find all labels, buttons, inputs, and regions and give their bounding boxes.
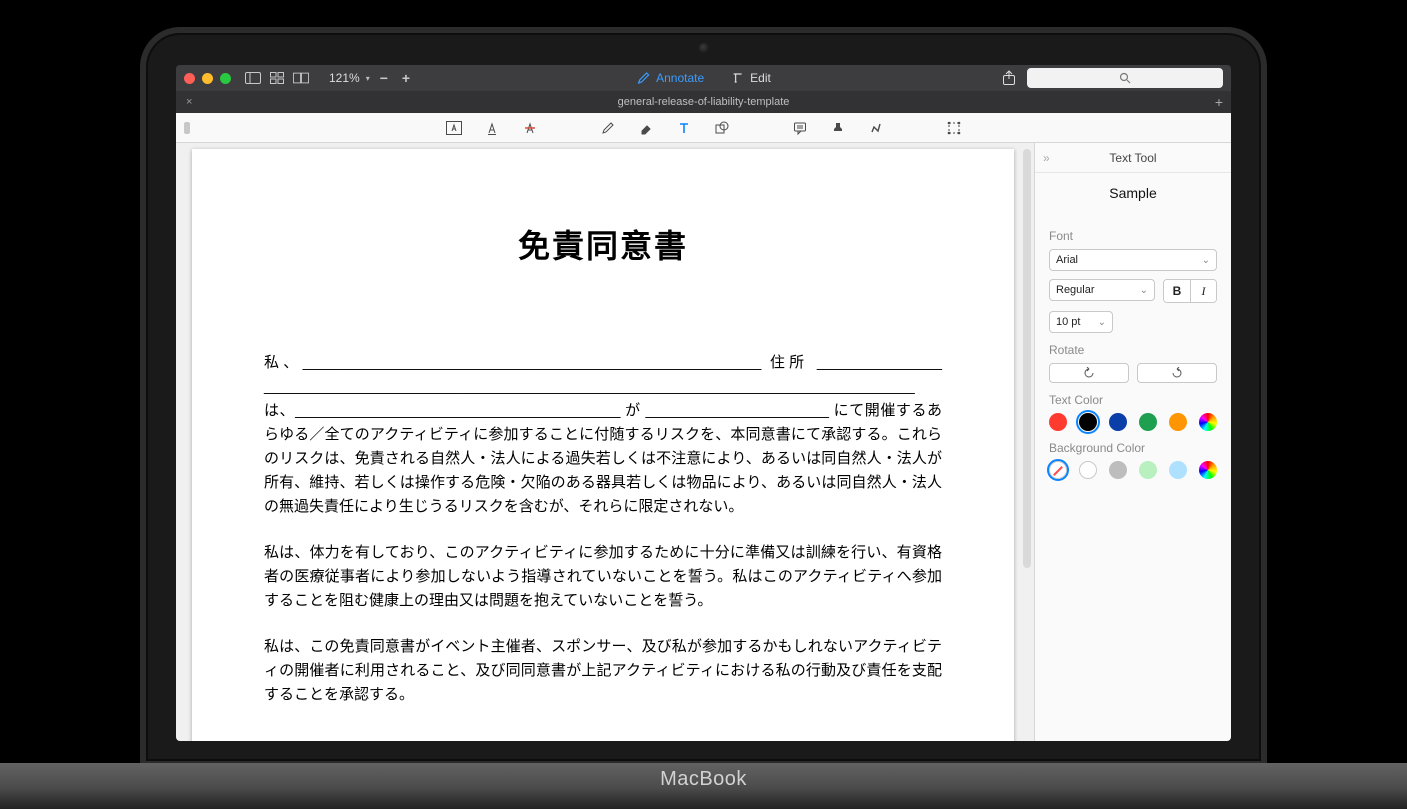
background-color-swatch[interactable] (1169, 461, 1187, 479)
font-size-value: 10 pt (1056, 316, 1080, 328)
titlebar: 121% ▾ − + Annotate Edit (176, 65, 1231, 91)
window-controls (184, 73, 231, 84)
zoom-dropdown-icon[interactable]: ▾ (366, 74, 370, 83)
grid-view-icon[interactable] (269, 71, 285, 85)
search-input[interactable] (1027, 68, 1223, 88)
strikethrough-tool-icon[interactable] (521, 119, 539, 137)
edit-tab[interactable]: Edit (730, 71, 771, 85)
text-tool-icon[interactable] (675, 119, 693, 137)
pencil-tool-icon[interactable] (599, 119, 617, 137)
eraser-tool-icon[interactable] (637, 119, 655, 137)
fullscreen-window-button[interactable] (220, 73, 231, 84)
text-color-swatch[interactable] (1109, 413, 1127, 431)
rotate-ccw-button[interactable] (1049, 363, 1129, 383)
annotation-toolbar (176, 113, 1231, 143)
rotate-cw-button[interactable] (1137, 363, 1217, 383)
text-color-swatch[interactable] (1199, 413, 1217, 431)
minimize-window-button[interactable] (202, 73, 213, 84)
mode-tabs: Annotate Edit (636, 71, 771, 85)
font-section-label: Font (1049, 229, 1217, 243)
two-page-view-icon[interactable] (293, 71, 309, 85)
background-color-swatch[interactable] (1199, 461, 1217, 479)
shape-tool-icon[interactable] (713, 119, 731, 137)
collapse-inspector-icon[interactable]: » (1043, 151, 1050, 165)
sidebar-toggle-icon[interactable] (245, 71, 261, 85)
document-tab-title[interactable]: general-release-of-liability-template (618, 96, 790, 108)
font-size-select[interactable]: 10 pt ⌄ (1049, 311, 1113, 333)
close-window-button[interactable] (184, 73, 195, 84)
font-family-select[interactable]: Arial ⌄ (1049, 249, 1217, 271)
view-mode-group (245, 71, 309, 85)
font-style-select[interactable]: Regular ⌄ (1049, 279, 1155, 301)
text-color-swatch[interactable] (1079, 413, 1097, 431)
font-style-value: Regular (1056, 284, 1095, 296)
inspector-title: Text Tool (1035, 151, 1231, 165)
share-icon[interactable] (1001, 71, 1017, 85)
text-color-label: Text Color (1049, 393, 1217, 407)
document-canvas[interactable]: 免責同意書 私、________________________________… (176, 143, 1035, 741)
thumbnail-grip[interactable] (184, 122, 190, 134)
italic-button[interactable]: I (1190, 280, 1216, 302)
signature-tool-icon[interactable] (867, 119, 885, 137)
document-body: 私、______________________________________… (264, 351, 942, 707)
background-color-swatch[interactable] (1109, 461, 1127, 479)
vertical-scrollbar[interactable] (1023, 149, 1031, 568)
new-tab-button[interactable]: + (1215, 94, 1223, 110)
document-paragraph: 私、______________________________________… (264, 351, 942, 519)
text-color-swatch[interactable] (1139, 413, 1157, 431)
bold-italic-group: B I (1163, 279, 1217, 303)
document-page: 免責同意書 私、________________________________… (192, 149, 1014, 741)
chevron-down-icon: ⌄ (1202, 255, 1210, 266)
background-color-label: Background Color (1049, 441, 1217, 455)
document-paragraph: 私は、体力を有しており、このアクティビティに参加するために十分に準備又は訓練を行… (264, 541, 942, 613)
annotate-tab[interactable]: Annotate (636, 71, 704, 85)
background-color-swatch[interactable] (1049, 461, 1067, 479)
font-family-value: Arial (1056, 254, 1078, 266)
chevron-down-icon: ⌄ (1140, 285, 1148, 296)
text-color-swatches (1049, 413, 1217, 431)
bold-button[interactable]: B (1164, 280, 1190, 302)
zoom-in-button[interactable]: + (398, 70, 414, 86)
inspector-panel: » Text Tool Sample Font Arial ⌄ Regular … (1035, 143, 1231, 741)
close-tab-button[interactable]: × (176, 96, 202, 108)
underline-tool-icon[interactable] (483, 119, 501, 137)
background-color-swatch[interactable] (1079, 461, 1097, 479)
text-color-swatch[interactable] (1169, 413, 1187, 431)
background-color-swatches (1049, 461, 1217, 479)
text-box-tool-icon[interactable] (445, 119, 463, 137)
laptop-hinge: MacBook (0, 763, 1407, 809)
camera-dot (699, 43, 709, 53)
laptop-brand-label: MacBook (660, 768, 747, 791)
note-tool-icon[interactable] (791, 119, 809, 137)
chevron-down-icon: ⌄ (1098, 317, 1106, 328)
laptop-frame: 121% ▾ − + Annotate Edit (140, 27, 1267, 767)
zoom-value[interactable]: 121% (329, 71, 360, 85)
app-window: 121% ▾ − + Annotate Edit (176, 65, 1231, 741)
selection-crop-icon[interactable] (945, 119, 963, 137)
rotate-section-label: Rotate (1049, 343, 1217, 357)
zoom-out-button[interactable]: − (376, 70, 392, 86)
document-title: 免責同意書 (264, 221, 942, 267)
background-color-swatch[interactable] (1139, 461, 1157, 479)
annotate-tab-label: Annotate (656, 71, 704, 85)
document-paragraph: 私は、この免責同意書がイベント主催者、スポンサー、及び私が参加するかもしれないア… (264, 635, 942, 707)
sample-preview: Sample (1035, 173, 1231, 219)
document-tabstrip: × general-release-of-liability-template … (176, 91, 1231, 113)
edit-tab-label: Edit (750, 71, 771, 85)
zoom-control: 121% ▾ − + (329, 70, 414, 86)
workarea: 免責同意書 私、________________________________… (176, 143, 1231, 741)
text-color-swatch[interactable] (1049, 413, 1067, 431)
stamp-tool-icon[interactable] (829, 119, 847, 137)
